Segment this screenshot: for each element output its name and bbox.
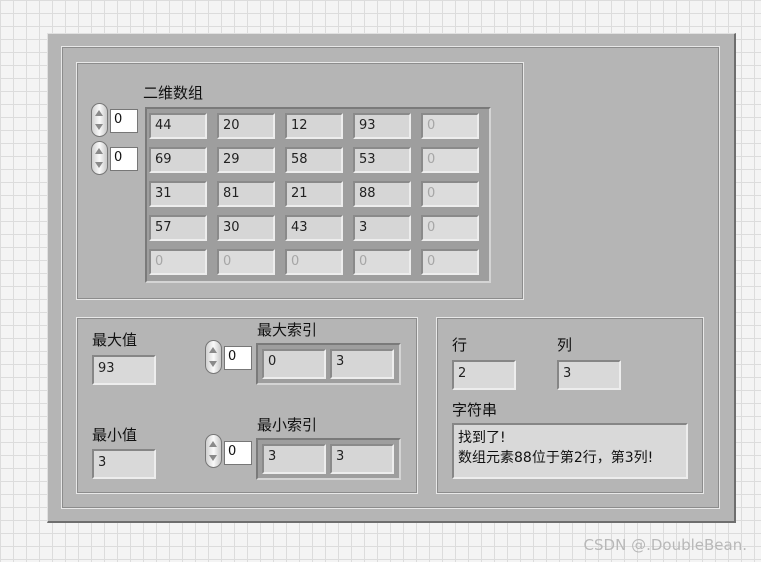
increment-icon: [95, 110, 103, 116]
array-cell-empty[interactable]: 0: [421, 215, 479, 241]
array-label: 二维数组: [143, 84, 204, 102]
array-cell[interactable]: 53: [353, 147, 411, 173]
array-cell[interactable]: 30: [217, 215, 275, 241]
max-index-spinner[interactable]: [205, 340, 222, 374]
array-cell[interactable]: 31: [149, 181, 207, 207]
min-index-spin-input[interactable]: 0: [224, 441, 252, 465]
array-cell-empty[interactable]: 0: [421, 113, 479, 139]
string-line: 找到了!: [458, 430, 506, 446]
array-cell[interactable]: 58: [285, 147, 343, 173]
array-cell-empty[interactable]: 0: [285, 249, 343, 275]
col-value-display: 3: [557, 360, 621, 390]
array-cell-empty[interactable]: 0: [421, 181, 479, 207]
increment-icon: [209, 347, 217, 353]
max-index-label: 最大索引: [257, 321, 318, 339]
array-cell[interactable]: 93: [353, 113, 411, 139]
string-label: 字符串: [452, 401, 498, 419]
increment-icon: [209, 441, 217, 447]
array-cell[interactable]: 29: [217, 147, 275, 173]
col-index-spinner[interactable]: [91, 141, 108, 175]
min-index-spinner[interactable]: [205, 434, 222, 468]
array-cell[interactable]: 20: [217, 113, 275, 139]
string-line: 数组元素88位于第2行，第3列!: [458, 450, 654, 466]
array-cell-empty[interactable]: 0: [353, 249, 411, 275]
col-index-input[interactable]: 0: [110, 147, 138, 171]
col-label: 列: [557, 336, 573, 354]
increment-icon: [95, 148, 103, 154]
row-index-input[interactable]: 0: [110, 109, 138, 133]
max-index-cell: 0: [262, 349, 326, 379]
max-index-spin-input[interactable]: 0: [224, 346, 252, 370]
min-value-display: 3: [92, 449, 156, 479]
array-cell-empty[interactable]: 0: [421, 249, 479, 275]
string-display: 找到了! 数组元素88位于第2行，第3列!: [452, 423, 688, 479]
array-cell[interactable]: 3: [353, 215, 411, 241]
max-value-label: 最大值: [92, 331, 138, 349]
array-cell-empty[interactable]: 0: [149, 249, 207, 275]
row-value-display: 2: [452, 360, 516, 390]
array-cell-empty[interactable]: 0: [421, 147, 479, 173]
max-value-display: 93: [92, 355, 156, 385]
min-index-cell: 3: [262, 444, 326, 474]
array-cell[interactable]: 88: [353, 181, 411, 207]
row-label: 行: [452, 336, 468, 354]
array-cell[interactable]: 69: [149, 147, 207, 173]
decrement-icon: [209, 361, 217, 367]
array-cell-empty[interactable]: 0: [217, 249, 275, 275]
array-cell[interactable]: 44: [149, 113, 207, 139]
array-cell[interactable]: 12: [285, 113, 343, 139]
min-index-cell: 3: [330, 444, 394, 474]
watermark: CSDN @.DoubleBean.: [583, 536, 747, 554]
array-cell[interactable]: 43: [285, 215, 343, 241]
min-index-label: 最小索引: [257, 416, 318, 434]
decrement-icon: [209, 455, 217, 461]
array-cell[interactable]: 57: [149, 215, 207, 241]
array-cell[interactable]: 21: [285, 181, 343, 207]
row-index-spinner[interactable]: [91, 103, 108, 137]
max-index-cell: 3: [330, 349, 394, 379]
decrement-icon: [95, 124, 103, 130]
array-cell[interactable]: 81: [217, 181, 275, 207]
min-value-label: 最小值: [92, 426, 138, 444]
decrement-icon: [95, 162, 103, 168]
